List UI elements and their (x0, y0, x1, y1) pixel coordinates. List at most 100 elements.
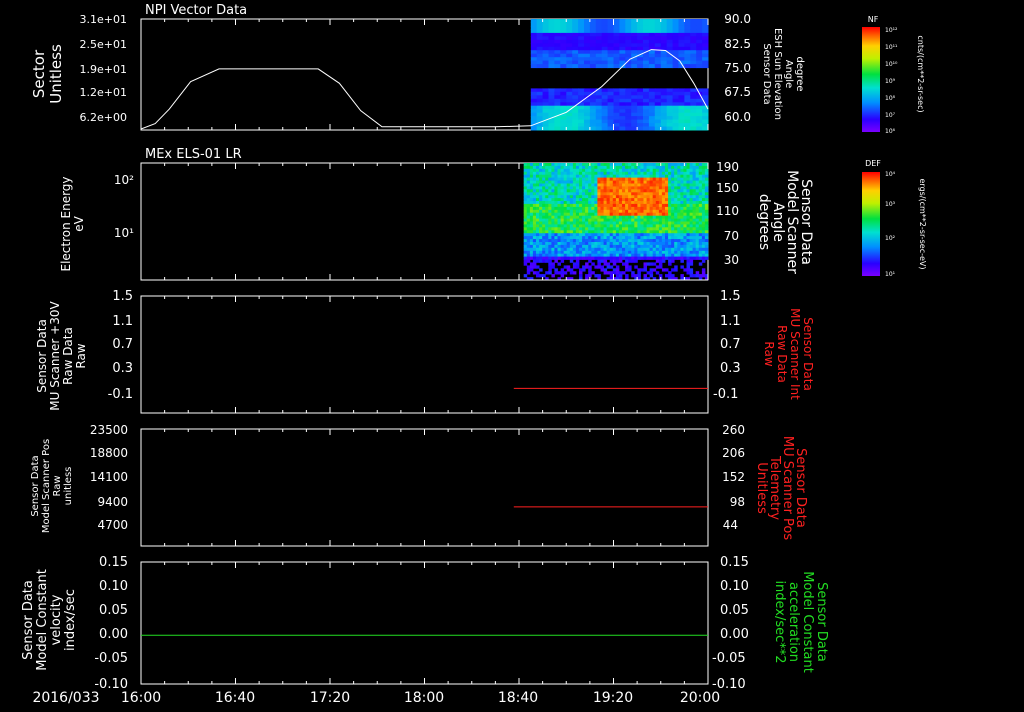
npi-heatmap-cell (672, 50, 679, 55)
els-heatmap-cell (668, 218, 672, 222)
els-heatmap-cell (612, 201, 617, 205)
els-heatmap-cell (612, 230, 617, 234)
els-heatmap-cell (637, 236, 641, 240)
els-heatmap-cell (692, 209, 697, 214)
els-heatmap-cell (606, 247, 611, 252)
els-heatmap-cell (637, 256, 641, 260)
els-heatmap-cell (655, 256, 660, 260)
els-heatmap-cell (646, 230, 651, 234)
els-heatmap-cell (637, 209, 641, 214)
els-heatmap-cell (692, 203, 697, 208)
els-heatmap-cell (704, 189, 709, 193)
els-heatmap-cell (677, 224, 681, 228)
els-heatmap-cell (674, 236, 678, 240)
els-heatmap-cell (585, 236, 589, 240)
els-heatmap-cell (585, 198, 589, 202)
els-heatmap-cell (575, 233, 580, 237)
els-heatmap-cell (536, 247, 540, 252)
npi-heatmap-cell (666, 29, 674, 34)
els-heatmap-cell (631, 239, 635, 243)
els-heatmap-cell (692, 168, 697, 173)
els-heatmap-cell (551, 224, 555, 228)
els-heatmap-cell (655, 215, 660, 219)
els-heatmap-cell (680, 203, 684, 208)
els-heatmap-cell (548, 203, 552, 208)
npi-heatmap-cell (530, 19, 538, 23)
els-heatmap-cell (566, 230, 571, 234)
els-heatmap-cell (569, 236, 574, 240)
els-heatmap-cell (628, 163, 632, 167)
els-heatmap-cell (665, 174, 669, 178)
npi-heatmap-cell (607, 43, 614, 48)
npi-heatmap-cell (702, 50, 709, 55)
els-heatmap-cell (695, 168, 700, 173)
npi-heatmap-cell (654, 25, 662, 30)
els-heatmap-cell (569, 224, 574, 228)
els-heatmap-cell (689, 180, 694, 184)
els-heatmap-cell (539, 256, 543, 260)
els-heatmap-cell (545, 174, 549, 178)
els-heatmap-cell (603, 253, 608, 257)
els-heatmap-cell (658, 259, 663, 263)
npi-heatmap-cell (542, 98, 549, 103)
els-heatmap-cell (585, 212, 589, 216)
els-heatmap-cell (606, 265, 611, 269)
els-heatmap-cell (532, 171, 537, 176)
npi-heatmap-cell (643, 95, 650, 100)
els-heatmap-cell (668, 247, 672, 252)
els-heatmap-cell (674, 177, 678, 181)
els-heatmap-cell (551, 242, 555, 246)
npi-heatmap-cell (589, 60, 597, 65)
els-heatmap-cell (683, 177, 687, 181)
els-heatmap-cell (615, 163, 620, 167)
els-heatmap-cell (677, 212, 681, 216)
els-heatmap-cell (683, 233, 687, 237)
els-heatmap-cell (622, 233, 626, 237)
els-heatmap-cell (695, 247, 700, 252)
npi-heatmap-cell (672, 64, 679, 69)
els-heatmap-cell (529, 198, 534, 202)
els-heatmap-cell (692, 212, 697, 216)
els-heatmap-cell (548, 236, 552, 240)
p3-right-ylabel-line1: Sensor Data (801, 317, 815, 391)
npi-heatmap-cell (613, 126, 620, 131)
els-heatmap-cell (539, 192, 543, 196)
els-heatmap-cell (680, 224, 684, 228)
els-heatmap-cell (582, 212, 586, 216)
p5-ylabel-line2: Model Constant (35, 569, 50, 671)
els-heatmap-cell (683, 195, 687, 199)
els-heatmap-cell (618, 174, 623, 178)
els-heatmap-cell (680, 209, 684, 214)
els-heatmap-cell (572, 224, 577, 228)
els-heatmap-cell (582, 171, 586, 176)
p3-right-ytick: 0.3 (720, 361, 741, 376)
npi-heatmap-cell (566, 53, 573, 58)
els-heatmap-cell (680, 174, 684, 178)
els-heatmap-cell (643, 247, 647, 252)
npi-heatmap-cell (566, 19, 573, 23)
els-heatmap-cell (665, 209, 669, 214)
els-heatmap-cell (588, 180, 592, 184)
els-heatmap-cell (526, 177, 531, 181)
els-heatmap-cell (579, 209, 583, 214)
p2-ytick: 10¹ (114, 226, 134, 240)
npi-heatmap-cell (672, 98, 679, 103)
els-heatmap-cell (704, 192, 709, 196)
els-heatmap-cell (689, 215, 694, 219)
els-heatmap-cell (523, 168, 528, 173)
els-heatmap-cell (523, 177, 528, 181)
els-heatmap-cell (579, 236, 583, 240)
els-heatmap-cell (622, 239, 626, 243)
npi-heatmap-cell (560, 29, 567, 34)
els-heatmap-cell (649, 271, 654, 275)
els-heatmap-cell (545, 215, 549, 219)
els-heatmap-cell (695, 224, 700, 228)
els-heatmap-cell (689, 230, 694, 234)
els-heatmap-cell (579, 247, 583, 252)
els-heatmap-cell (649, 244, 654, 249)
els-heatmap-cell (615, 209, 620, 214)
els-heatmap-cell (671, 186, 675, 190)
els-heatmap-cell (686, 236, 690, 240)
els-heatmap-cell (536, 224, 540, 228)
time-tick-label: 18:40 (498, 690, 538, 706)
